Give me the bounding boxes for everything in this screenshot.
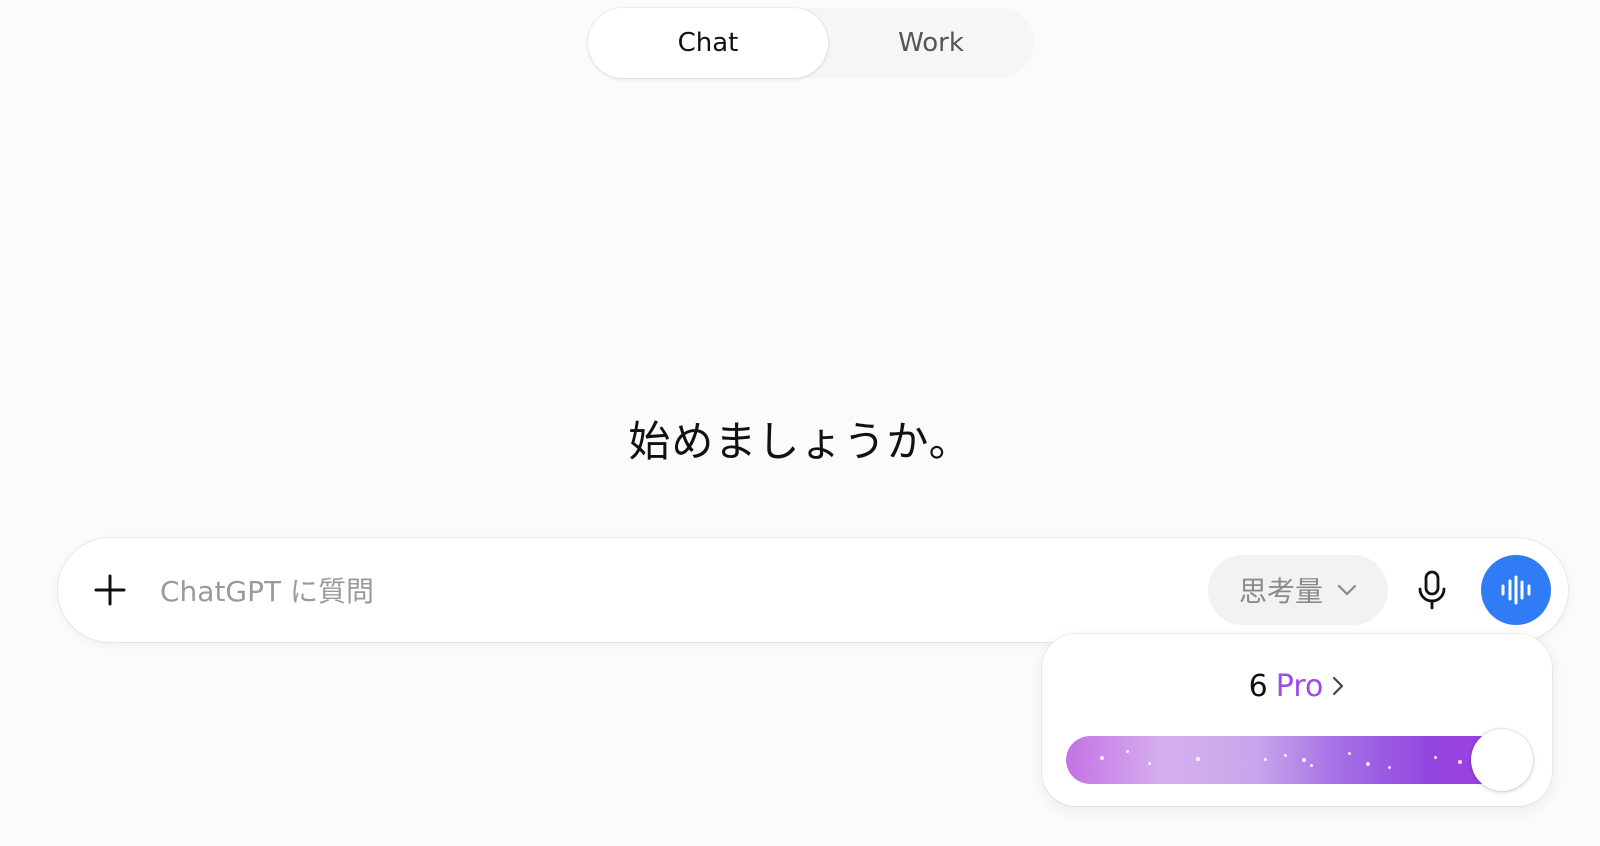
mode-switch: Chat Work — [588, 8, 1034, 78]
slider-sparkle — [1284, 754, 1287, 757]
chevron-down-icon — [1337, 584, 1357, 596]
slider-sparkle — [1366, 762, 1370, 766]
thinking-level-number: 6 — [1248, 668, 1268, 704]
prompt-input[interactable] — [158, 565, 1162, 617]
slider-sparkle — [1458, 760, 1462, 764]
chevron-right-icon — [1333, 676, 1344, 696]
add-attachment-button[interactable] — [80, 560, 140, 620]
thinking-slider-thumb[interactable] — [1471, 729, 1533, 791]
plus-icon — [94, 574, 126, 606]
composer: 思考量 — [58, 538, 1568, 642]
thinking-level-name: Pro — [1275, 668, 1324, 704]
slider-sparkle — [1196, 757, 1200, 761]
thinking-level-selector[interactable]: 6 Pro — [1042, 664, 1552, 708]
thinking-level-button[interactable]: 思考量 — [1208, 555, 1388, 625]
slider-sparkle — [1434, 756, 1437, 759]
slider-sparkle — [1348, 752, 1351, 755]
chatgpt-home: Chat Work 始めましょうか。 思考量 — [0, 0, 1600, 846]
slider-sparkle — [1126, 750, 1129, 753]
thinking-slider-fill — [1066, 736, 1514, 784]
slider-sparkle — [1388, 766, 1391, 769]
voice-mode-button[interactable] — [1481, 555, 1551, 625]
greeting-heading: 始めましょうか。 — [628, 417, 972, 466]
tab-chat[interactable]: Chat — [588, 8, 828, 78]
thinking-level-popover: 6 Pro — [1042, 634, 1552, 806]
slider-sparkle — [1100, 756, 1104, 760]
slider-sparkle — [1148, 762, 1151, 765]
tab-work[interactable]: Work — [828, 8, 1034, 78]
dictate-button[interactable] — [1402, 560, 1462, 620]
thinking-level-label: 思考量 — [1238, 575, 1323, 608]
microphone-icon — [1418, 570, 1446, 610]
voice-waveform-icon — [1501, 575, 1531, 605]
slider-sparkle — [1264, 758, 1267, 761]
slider-sparkle — [1310, 764, 1313, 767]
thinking-slider-track[interactable] — [1066, 736, 1514, 784]
slider-sparkle — [1302, 758, 1306, 762]
